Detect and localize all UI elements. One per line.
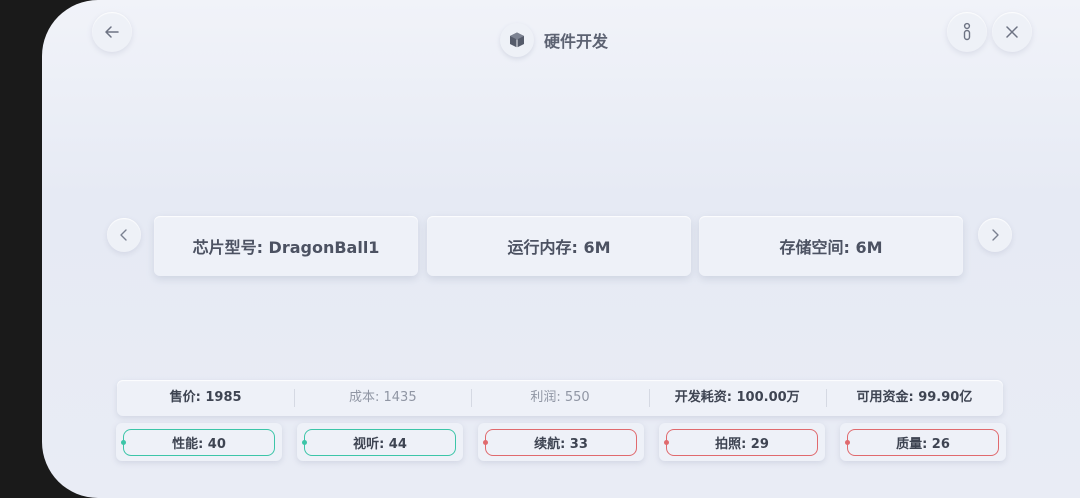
page-title-text: 硬件开发	[544, 32, 609, 51]
spec-card-ram[interactable]: 运行内存: 6M	[427, 216, 691, 276]
stat-price: 售价: 1985	[169, 390, 242, 405]
close-icon	[1006, 26, 1018, 38]
attr-camera-label: 拍照: 29	[715, 437, 769, 452]
attr-quality-label: 质量: 26	[896, 437, 950, 452]
attr-camera-wrap: 拍照: 29	[659, 423, 825, 461]
hardware-dev-panel: 硬件开发 芯片型号: DragonBall1 运行内存: 6M 存储空间: 6M	[42, 0, 1080, 498]
status-dot	[664, 440, 669, 445]
attr-battery-label: 续航: 33	[534, 437, 588, 452]
next-button[interactable]	[978, 218, 1012, 252]
attr-quality-wrap: 质量: 26	[840, 423, 1006, 461]
close-button[interactable]	[992, 12, 1032, 52]
arrow-left-icon	[105, 26, 119, 38]
attr-av-label: 视听: 44	[353, 437, 407, 452]
info-icon	[963, 22, 971, 41]
status-dot	[121, 440, 126, 445]
spec-chip-label: 芯片型号: DragonBall1	[192, 238, 380, 257]
chevron-right-icon	[992, 229, 999, 241]
attr-camera: 拍照: 29	[664, 429, 818, 456]
attr-av: 视听: 44	[302, 429, 456, 456]
attr-performance-wrap: 性能: 40	[116, 423, 282, 461]
attr-av-wrap: 视听: 44	[297, 423, 463, 461]
stat-available-funds: 可用资金: 99.90亿	[825, 387, 1003, 409]
spec-storage-label: 存储空间: 6M	[779, 238, 883, 257]
stat-profit: 利润: 550	[471, 387, 648, 409]
status-dot	[302, 440, 307, 445]
cube-icon	[500, 23, 534, 57]
page-title: 硬件开发	[500, 22, 608, 58]
prev-button[interactable]	[107, 218, 141, 252]
back-button[interactable]	[92, 12, 132, 52]
attr-performance: 性能: 40	[121, 429, 275, 456]
status-dot	[845, 440, 850, 445]
spec-card-chip[interactable]: 芯片型号: DragonBall1	[154, 216, 418, 276]
info-button[interactable]	[947, 12, 987, 52]
attr-performance-label: 性能: 40	[172, 437, 226, 452]
spec-ram-label: 运行内存: 6M	[507, 238, 611, 257]
spec-card-storage[interactable]: 存储空间: 6M	[699, 216, 963, 276]
attr-battery-wrap: 续航: 33	[478, 423, 644, 461]
chevron-left-icon	[120, 229, 127, 241]
attr-quality: 质量: 26	[845, 429, 999, 456]
stat-cost: 成本: 1435	[294, 387, 471, 409]
stat-dev-cost: 开发耗资: 100.00万	[648, 387, 826, 409]
status-dot	[483, 440, 488, 445]
stats-bar: 售价: 1985 成本: 1435 利润: 550 开发耗资: 100.00万 …	[117, 380, 1003, 416]
attr-battery: 续航: 33	[483, 429, 637, 456]
